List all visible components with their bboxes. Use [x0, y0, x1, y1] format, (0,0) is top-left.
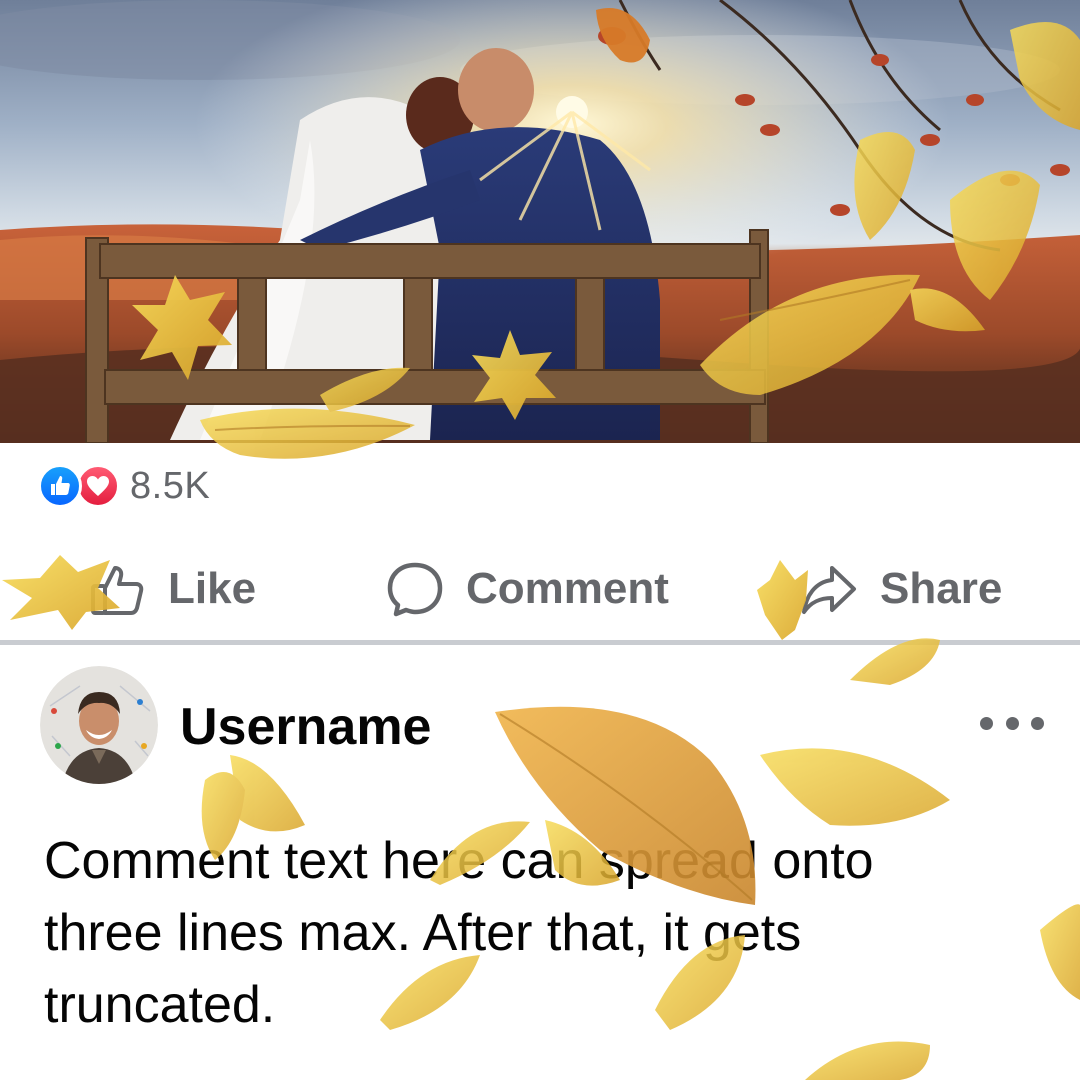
comment-card: Username Comment text here can spread on…: [0, 645, 1080, 1080]
like-button-label: Like: [168, 564, 257, 613]
love-icon: [76, 464, 120, 508]
comment-username[interactable]: Username: [180, 697, 431, 757]
more-options-icon[interactable]: [980, 703, 1044, 743]
share-button-label: Share: [880, 564, 1003, 613]
reaction-count[interactable]: 8.5K: [130, 465, 210, 508]
comment-text: Comment text here can spread onto three …: [44, 832, 874, 1034]
share-button[interactable]: Share: [800, 558, 1002, 620]
like-icon: [38, 464, 82, 508]
thumbs-up-icon: [88, 560, 146, 618]
like-button[interactable]: Like: [88, 558, 256, 620]
post-photo[interactable]: [0, 0, 1080, 443]
comment-button[interactable]: Comment: [386, 558, 669, 620]
share-arrow-icon: [800, 560, 858, 618]
wedding-couple-bench-photo: [0, 0, 1080, 443]
post-action-bar: Like Comment Share: [0, 548, 1080, 638]
reactions-summary[interactable]: 8.5K: [38, 462, 210, 510]
avatar-icon[interactable]: [40, 666, 158, 784]
comment-bubble-icon: [386, 560, 444, 618]
comment-button-label: Comment: [466, 564, 669, 613]
